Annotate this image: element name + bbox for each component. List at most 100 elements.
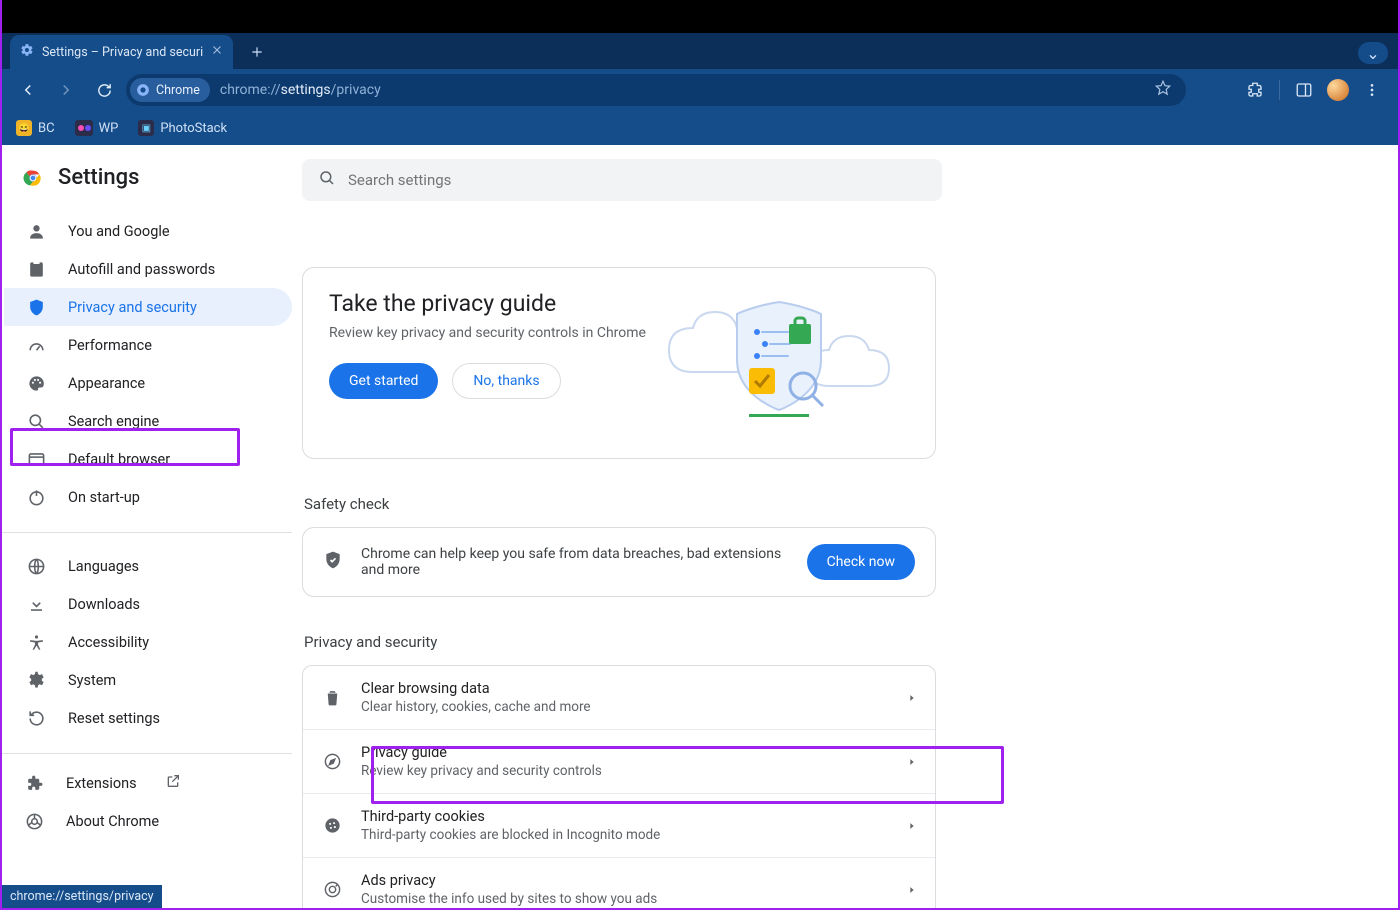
- sidebar-item-default-browser[interactable]: Default browser: [4, 440, 292, 478]
- kebab-menu-icon[interactable]: [1356, 74, 1388, 106]
- bookmark-bc[interactable]: 😄 BC: [16, 120, 55, 136]
- bookmark-photostack[interactable]: ▣ PhotoStack: [138, 120, 227, 136]
- back-button[interactable]: [12, 74, 44, 106]
- get-started-button[interactable]: Get started: [329, 363, 438, 399]
- sidebar-item-label: Privacy and security: [68, 299, 197, 316]
- tab-title: Settings – Privacy and securi: [42, 45, 203, 60]
- sidebar-item-label: System: [68, 672, 116, 689]
- privacy-section-label: Privacy and security: [304, 633, 936, 651]
- row-ads-privacy[interactable]: Ads privacyCustomise the info used by si…: [303, 857, 935, 908]
- tab-settings-privacy[interactable]: Settings – Privacy and securi: [10, 35, 233, 69]
- sidebar-item-system[interactable]: System: [4, 661, 292, 699]
- privacy-guide-card: Take the privacy guide Review key privac…: [302, 267, 936, 459]
- sidebar-item-label: Appearance: [68, 375, 145, 392]
- trash-icon: [321, 688, 343, 707]
- settings-main: Take the privacy guide Review key privac…: [302, 145, 1398, 908]
- bookmarks-bar: 😄 BC WP ▣ PhotoStack: [2, 111, 1398, 145]
- tab-search-dropdown[interactable]: ⌄: [1358, 42, 1388, 64]
- nav-icon: [26, 259, 46, 279]
- sidebar-item-label: Languages: [68, 558, 139, 575]
- guide-title: Take the privacy guide: [329, 290, 649, 317]
- omnibox[interactable]: Chrome chrome://settings/privacy: [126, 74, 1186, 106]
- nav-icon: [26, 487, 46, 507]
- nav-icon: [26, 670, 46, 690]
- bookmark-label: BC: [38, 121, 55, 136]
- row-subtitle: Review key privacy and security controls: [361, 763, 889, 779]
- main-column: Take the privacy guide Review key privac…: [302, 267, 936, 908]
- sidebar-item-extensions[interactable]: Extensions: [2, 764, 302, 802]
- guide-illustration: [649, 290, 909, 434]
- page-content: Settings You and Google Autofill and pass…: [2, 145, 1398, 908]
- bookmark-star-icon[interactable]: [1154, 79, 1182, 101]
- omnibox-url: chrome://settings/privacy: [220, 82, 381, 98]
- sidebar-item-performance[interactable]: Performance: [4, 326, 292, 364]
- sidebar-item-label: Extensions: [66, 775, 137, 792]
- safety-section-label: Safety check: [304, 495, 936, 513]
- favicon-wp: [75, 120, 93, 136]
- sidebar-item-accessibility[interactable]: Accessibility: [4, 623, 292, 661]
- nav-icon: [26, 594, 46, 614]
- page-title: Settings: [58, 165, 139, 190]
- nav-icon: [26, 708, 46, 728]
- close-tab-icon[interactable]: [211, 44, 223, 60]
- bookmark-wp[interactable]: WP: [75, 120, 119, 136]
- settings-search[interactable]: [302, 159, 942, 201]
- nav-divider: [2, 753, 292, 754]
- row-title: Ads privacy: [361, 872, 889, 889]
- cookie-icon: [321, 816, 343, 835]
- row-title: Clear browsing data: [361, 680, 889, 697]
- sidebar-item-reset-settings[interactable]: Reset settings: [4, 699, 292, 737]
- sidebar-item-on-start-up[interactable]: On start-up: [4, 478, 292, 516]
- sidebar-item-languages[interactable]: Languages: [4, 547, 292, 585]
- settings-sidebar: Settings You and Google Autofill and pass…: [2, 145, 302, 908]
- sidebar-item-label: Accessibility: [68, 634, 149, 651]
- sidebar-item-label: Reset settings: [68, 710, 160, 727]
- sidebar-item-appearance[interactable]: Appearance: [4, 364, 292, 402]
- chevron-down-icon: ⌄: [1366, 44, 1379, 63]
- puzzle-icon: [24, 773, 44, 793]
- site-chip[interactable]: Chrome: [130, 78, 210, 102]
- safety-check-text: Chrome can help keep you safe from data …: [361, 546, 789, 578]
- status-bar: chrome://settings/privacy: [2, 885, 162, 908]
- row-subtitle: Third-party cookies are blocked in Incog…: [361, 827, 889, 843]
- forward-button[interactable]: [50, 74, 82, 106]
- chrome-outline-icon: [24, 811, 44, 831]
- sidebar-item-you-and-google[interactable]: You and Google: [4, 212, 292, 250]
- extensions-icon[interactable]: [1239, 74, 1271, 106]
- sidebar-item-autofill-and-passwords[interactable]: Autofill and passwords: [4, 250, 292, 288]
- profile-avatar[interactable]: [1322, 74, 1354, 106]
- url-host: settings: [281, 82, 331, 98]
- reload-button[interactable]: [88, 74, 120, 106]
- sidebar-item-label: Default browser: [68, 451, 170, 468]
- row-title: Third-party cookies: [361, 808, 889, 825]
- chrome-logo-icon: [22, 167, 44, 189]
- browser-window: Settings – Privacy and securi ⌄ Chrome: [0, 0, 1400, 910]
- sidebar-item-about[interactable]: About Chrome: [2, 802, 302, 840]
- sidebar-item-label: About Chrome: [66, 813, 159, 830]
- sidebar-item-label: Performance: [68, 337, 152, 354]
- no-thanks-button[interactable]: No, thanks: [452, 363, 560, 399]
- search-input[interactable]: [348, 171, 926, 189]
- side-panel-icon[interactable]: [1288, 74, 1320, 106]
- row-privacy-guide[interactable]: Privacy guide Review key privacy and secu…: [303, 729, 935, 793]
- settings-title-row: Settings: [2, 165, 302, 208]
- sidebar-item-downloads[interactable]: Downloads: [4, 585, 292, 623]
- window-titlebar-black: [2, 0, 1398, 33]
- row-third-party-cookies[interactable]: Third-party cookies Third-party cookies a…: [303, 793, 935, 857]
- safety-check-card: Chrome can help keep you safe from data …: [302, 527, 936, 597]
- nav-icon: [26, 297, 46, 317]
- nav-divider: [2, 532, 292, 533]
- row-title: Privacy guide: [361, 744, 889, 761]
- check-now-button[interactable]: Check now: [807, 544, 915, 580]
- row-subtitle: Clear history, cookies, cache and more: [361, 699, 889, 715]
- new-tab-button[interactable]: [243, 38, 271, 66]
- nav-group-1: You and Google Autofill and passwords Priv…: [2, 208, 302, 522]
- chevron-right-icon: [907, 752, 917, 771]
- sidebar-item-privacy-and-security[interactable]: Privacy and security: [4, 288, 292, 326]
- sidebar-item-search-engine[interactable]: Search engine: [4, 402, 292, 440]
- toolbar-separator: [1279, 80, 1280, 100]
- sidebar-item-label: You and Google: [68, 223, 170, 240]
- privacy-list: Clear browsing data Clear history, cookie…: [302, 665, 936, 908]
- row-clear-browsing-data[interactable]: Clear browsing data Clear history, cookie…: [303, 666, 935, 729]
- sidebar-item-label: On start-up: [68, 489, 140, 506]
